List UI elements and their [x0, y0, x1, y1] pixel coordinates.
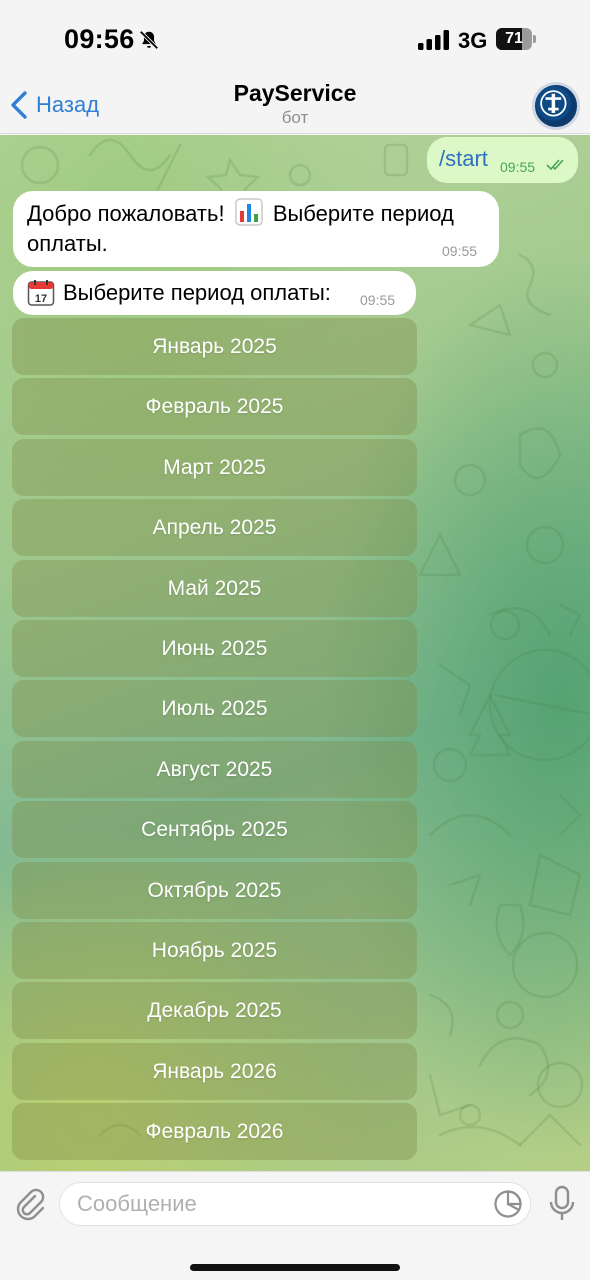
home-indicator[interactable] [190, 1264, 400, 1271]
keyboard-button[interactable]: Май 2025 [12, 559, 417, 617]
message-incoming[interactable]: 17 Выберите период оплаты: 09:55 [13, 271, 416, 315]
message-text: 17 Выберите период оплаты: [27, 278, 331, 308]
battery-level: 71 [505, 30, 523, 47]
chat-header: Назад PayService бот [0, 76, 590, 134]
battery-indicator: 71 [496, 28, 536, 50]
message-time: 09:55 [360, 292, 396, 308]
keyboard-button[interactable]: Декабрь 2025 [12, 982, 417, 1040]
paperclip-icon[interactable] [13, 1187, 47, 1221]
chat-title[interactable]: PayService [0, 80, 590, 107]
keyboard-button[interactable]: Апрель 2025 [12, 499, 417, 557]
message-outgoing[interactable]: /start 09:55 [427, 137, 578, 183]
keyboard-button[interactable]: Ноябрь 2025 [12, 922, 417, 979]
bot-avatar[interactable] [532, 82, 580, 130]
chart-icon [234, 198, 263, 226]
svg-text:17: 17 [35, 293, 47, 305]
message-text-before: Добро пожаловать! [27, 201, 231, 226]
message-input[interactable] [59, 1182, 531, 1226]
keyboard-button[interactable]: Январь 2025 [12, 318, 417, 375]
status-time: 09:56 [64, 24, 135, 54]
message-input-bar [0, 1171, 590, 1280]
keyboard-button[interactable]: Февраль 2026 [12, 1103, 417, 1161]
keyboard-button[interactable]: Август 2025 [12, 740, 417, 798]
message-text-content: Выберите период оплаты: [63, 280, 331, 305]
chat-subtitle: бот [281, 108, 309, 127]
bell-slash-icon [139, 30, 159, 50]
calendar-icon: 17 [27, 280, 55, 306]
status-bar: 09:56 3G 71 [0, 0, 590, 76]
network-type: 3G [458, 28, 488, 53]
keyboard-button[interactable]: Сентябрь 2025 [12, 801, 417, 859]
keyboard-button[interactable]: Июль 2025 [12, 680, 417, 738]
keyboard-button[interactable]: Июнь 2025 [12, 620, 417, 677]
message-time: 09:55 [500, 159, 536, 175]
keyboard-button[interactable]: Январь 2026 [12, 1042, 417, 1100]
keyboard-button[interactable]: Октябрь 2025 [12, 861, 417, 919]
chat-area[interactable]: /start 09:55 Добро пожаловать! Выберите … [0, 135, 590, 1171]
keyboard-button[interactable]: Февраль 2025 [12, 378, 417, 436]
microphone-icon[interactable] [547, 1185, 577, 1223]
bot-avatar-icon [535, 85, 571, 121]
double-check-icon [546, 159, 564, 171]
message-text: Добро пожаловать! Выберите период оплаты… [27, 198, 487, 259]
signal-icon [418, 30, 449, 50]
message-time: 09:55 [442, 243, 478, 259]
sticker-icon[interactable] [493, 1189, 523, 1219]
keyboard-button[interactable]: Март 2025 [12, 438, 417, 496]
message-incoming[interactable]: Добро пожаловать! Выберите период оплаты… [13, 191, 499, 267]
message-text: /start [439, 146, 488, 171]
